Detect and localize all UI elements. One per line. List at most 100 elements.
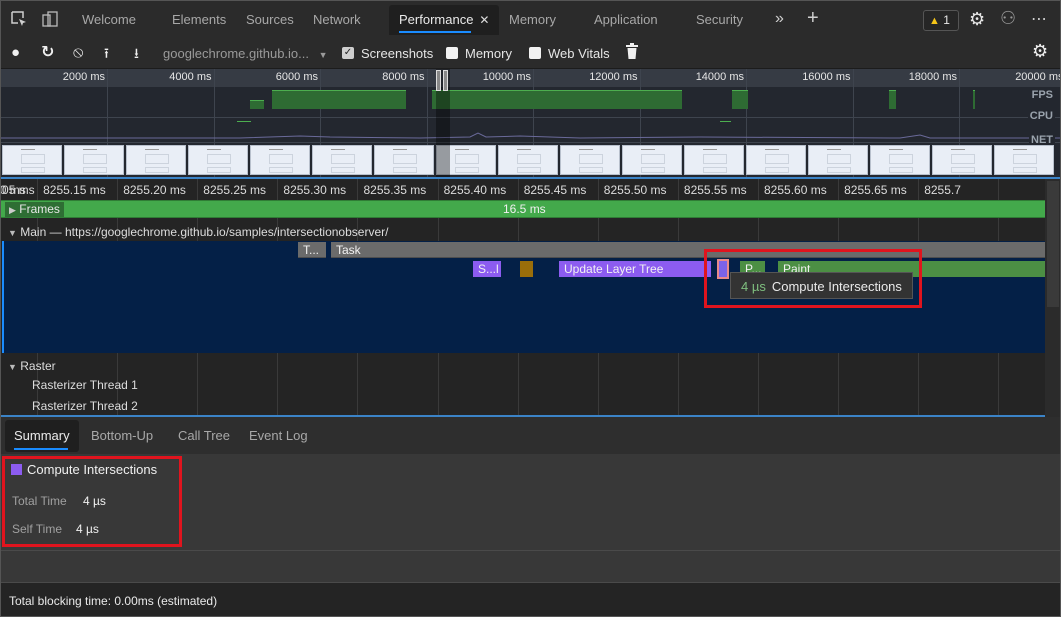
more-tabs-icon[interactable]: » xyxy=(775,10,784,28)
reload-record-icon[interactable]: ↻ xyxy=(41,44,54,62)
fps-bar xyxy=(561,90,682,109)
overview-tick-label: 6000 ms xyxy=(275,71,318,83)
tab-sources[interactable]: Sources xyxy=(236,5,304,35)
active-tab-indicator xyxy=(14,448,68,450)
detail-tick-label: 8255.10 ms xyxy=(0,183,26,197)
tab-call-tree[interactable]: Call Tree xyxy=(169,420,239,452)
event-update-layer-tree[interactable]: Update Layer Tree xyxy=(559,261,711,277)
screenshot-thumbnail[interactable] xyxy=(746,145,806,175)
close-tab-icon[interactable]: ✕ xyxy=(479,13,489,27)
screenshot-thumbnail[interactable] xyxy=(64,145,124,175)
main-thread-label: Main — https://googlechrome.github.io/sa… xyxy=(20,225,389,239)
screenshot-thumbnail[interactable] xyxy=(250,145,310,175)
feedback-icon[interactable]: ⚇ xyxy=(1000,8,1016,29)
detail-tick-label: 8255.30 ms xyxy=(283,183,347,197)
tab-label: Summary xyxy=(14,428,70,443)
fps-bar xyxy=(250,100,264,109)
tab-welcome[interactable]: Welcome xyxy=(72,5,146,35)
event-task-short[interactable]: T... xyxy=(298,242,326,258)
screenshots-label[interactable]: Screenshots xyxy=(361,46,433,62)
inspect-element-icon[interactable] xyxy=(9,10,29,31)
load-profile-icon[interactable]: ⭱ xyxy=(104,44,109,62)
tab-event-log[interactable]: Event Log xyxy=(240,420,317,452)
dropdown-arrow-icon: ▼ xyxy=(318,50,328,60)
raster-header[interactable]: ▼ Raster xyxy=(8,359,56,373)
overview-tick-label: 14000 ms xyxy=(695,71,744,83)
total-blocking-time: Total blocking time: 0.00ms (estimated) xyxy=(9,594,218,608)
frame-duration: 16.5 ms xyxy=(503,202,546,216)
web-vitals-label[interactable]: Web Vitals xyxy=(548,46,610,62)
warning-icon: ▲ xyxy=(929,15,940,27)
tab-label: Performance xyxy=(399,12,474,27)
screenshot-thumbnail[interactable] xyxy=(870,145,930,175)
screenshot-thumbnail[interactable] xyxy=(684,145,744,175)
frames-track-toggle[interactable]: ▶ Frames xyxy=(5,202,64,217)
record-icon[interactable]: ● xyxy=(11,44,20,62)
frames-track[interactable]: ▶ Frames 16.5 ms xyxy=(0,200,1045,218)
screenshot-thumbnail[interactable] xyxy=(622,145,682,175)
rasterizer-thread-1[interactable]: Rasterizer Thread 1 xyxy=(32,378,138,392)
garbage-collect-icon[interactable] xyxy=(626,43,638,63)
screenshot-thumbnail[interactable] xyxy=(188,145,248,175)
settings-gear-icon[interactable]: ⚙ xyxy=(969,9,985,30)
tab-performance[interactable]: Performance ✕ xyxy=(389,5,500,35)
details-tab-bar: Summary Bottom-Up Call Tree Event Log xyxy=(0,417,1061,454)
screenshot-thumbnail[interactable] xyxy=(808,145,868,175)
event-task[interactable]: Task xyxy=(331,242,1047,258)
tab-label: Application xyxy=(594,12,658,27)
screenshot-thumbnail[interactable] xyxy=(126,145,186,175)
screenshot-thumbnail[interactable] xyxy=(374,145,434,175)
screenshot-thumbnail[interactable] xyxy=(2,145,62,175)
device-toolbar-icon[interactable] xyxy=(40,10,60,31)
overview-tick-label: 4000 ms xyxy=(169,71,212,83)
fps-label: FPS xyxy=(1029,89,1055,101)
add-tab-icon[interactable]: + xyxy=(807,7,819,30)
detail-tick-label: 8255.15 ms xyxy=(43,183,106,197)
screenshots-checkbox[interactable]: ✓ xyxy=(342,47,354,59)
tab-label: Security xyxy=(696,12,743,27)
screenshot-thumbnail[interactable] xyxy=(312,145,372,175)
tab-label: Network xyxy=(313,12,361,27)
capture-settings-icon[interactable]: ⚙ xyxy=(1032,42,1048,60)
main-thread-header[interactable]: ▼ Main — https://googlechrome.github.io/… xyxy=(0,221,1045,241)
event-gold[interactable] xyxy=(520,261,533,277)
tab-memory[interactable]: Memory xyxy=(499,5,566,35)
save-profile-icon[interactable]: ⭳ xyxy=(134,44,139,62)
detail-tick-label: 8255.35 ms xyxy=(363,183,427,197)
recording-url-select[interactable]: googlechrome.github.io... ▼ xyxy=(163,46,328,63)
selection-left-handle[interactable] xyxy=(436,70,441,91)
detail-tick-label: 8255.65 ms xyxy=(844,183,907,197)
performance-toolbar: ● ↻ ⦸ ⭱ ⭳ googlechrome.github.io... ▼ ✓ … xyxy=(0,38,1061,69)
more-options-icon[interactable]: ⋯ xyxy=(1031,9,1047,29)
web-vitals-checkbox[interactable] xyxy=(529,47,541,59)
memory-checkbox[interactable] xyxy=(446,47,458,59)
tab-bottom-up[interactable]: Bottom-Up xyxy=(82,420,162,452)
tab-application[interactable]: Application xyxy=(584,5,668,35)
selection-right-handle[interactable] xyxy=(443,70,448,91)
timeline-overview[interactable]: 2000 ms 4000 ms 6000 ms 8000 ms 10000 ms 1200… xyxy=(0,69,1061,177)
event-style-recalc[interactable]: S...l xyxy=(473,261,501,277)
detail-tick-label: 8255.45 ms xyxy=(523,183,587,197)
detail-tick-label: 8255.7 xyxy=(924,183,961,197)
summary-empty-area xyxy=(0,550,1061,582)
detail-tick-label: 8255.60 ms xyxy=(764,183,827,197)
clear-icon[interactable]: ⦸ xyxy=(73,44,83,62)
tab-label: Welcome xyxy=(82,12,136,27)
screenshot-thumbnail[interactable] xyxy=(498,145,558,175)
flame-chart[interactable]: 05 ms8255.10 ms8255.15 ms8255.20 ms8255.… xyxy=(0,177,1061,419)
scrollbar-thumb[interactable] xyxy=(1047,181,1059,307)
overview-tick-label: 10000 ms xyxy=(482,71,531,83)
memory-label[interactable]: Memory xyxy=(465,46,512,62)
tab-security[interactable]: Security xyxy=(686,5,753,35)
rasterizer-thread-2[interactable]: Rasterizer Thread 2 xyxy=(32,399,138,413)
screenshot-thumbnail[interactable] xyxy=(932,145,992,175)
warnings-badge[interactable]: ▲ 1 xyxy=(923,10,959,31)
tab-network[interactable]: Network xyxy=(303,5,371,35)
tab-summary[interactable]: Summary xyxy=(5,420,79,452)
summary-panel: Compute Intersections Total Time 4 µs Se… xyxy=(0,454,1061,550)
tab-label: Elements xyxy=(172,12,227,27)
screenshot-thumbnail[interactable] xyxy=(994,145,1054,175)
screenshot-thumbnail[interactable] xyxy=(560,145,620,175)
overview-tick-label: 2000 ms xyxy=(62,71,105,83)
tab-elements[interactable]: Elements xyxy=(162,5,236,35)
